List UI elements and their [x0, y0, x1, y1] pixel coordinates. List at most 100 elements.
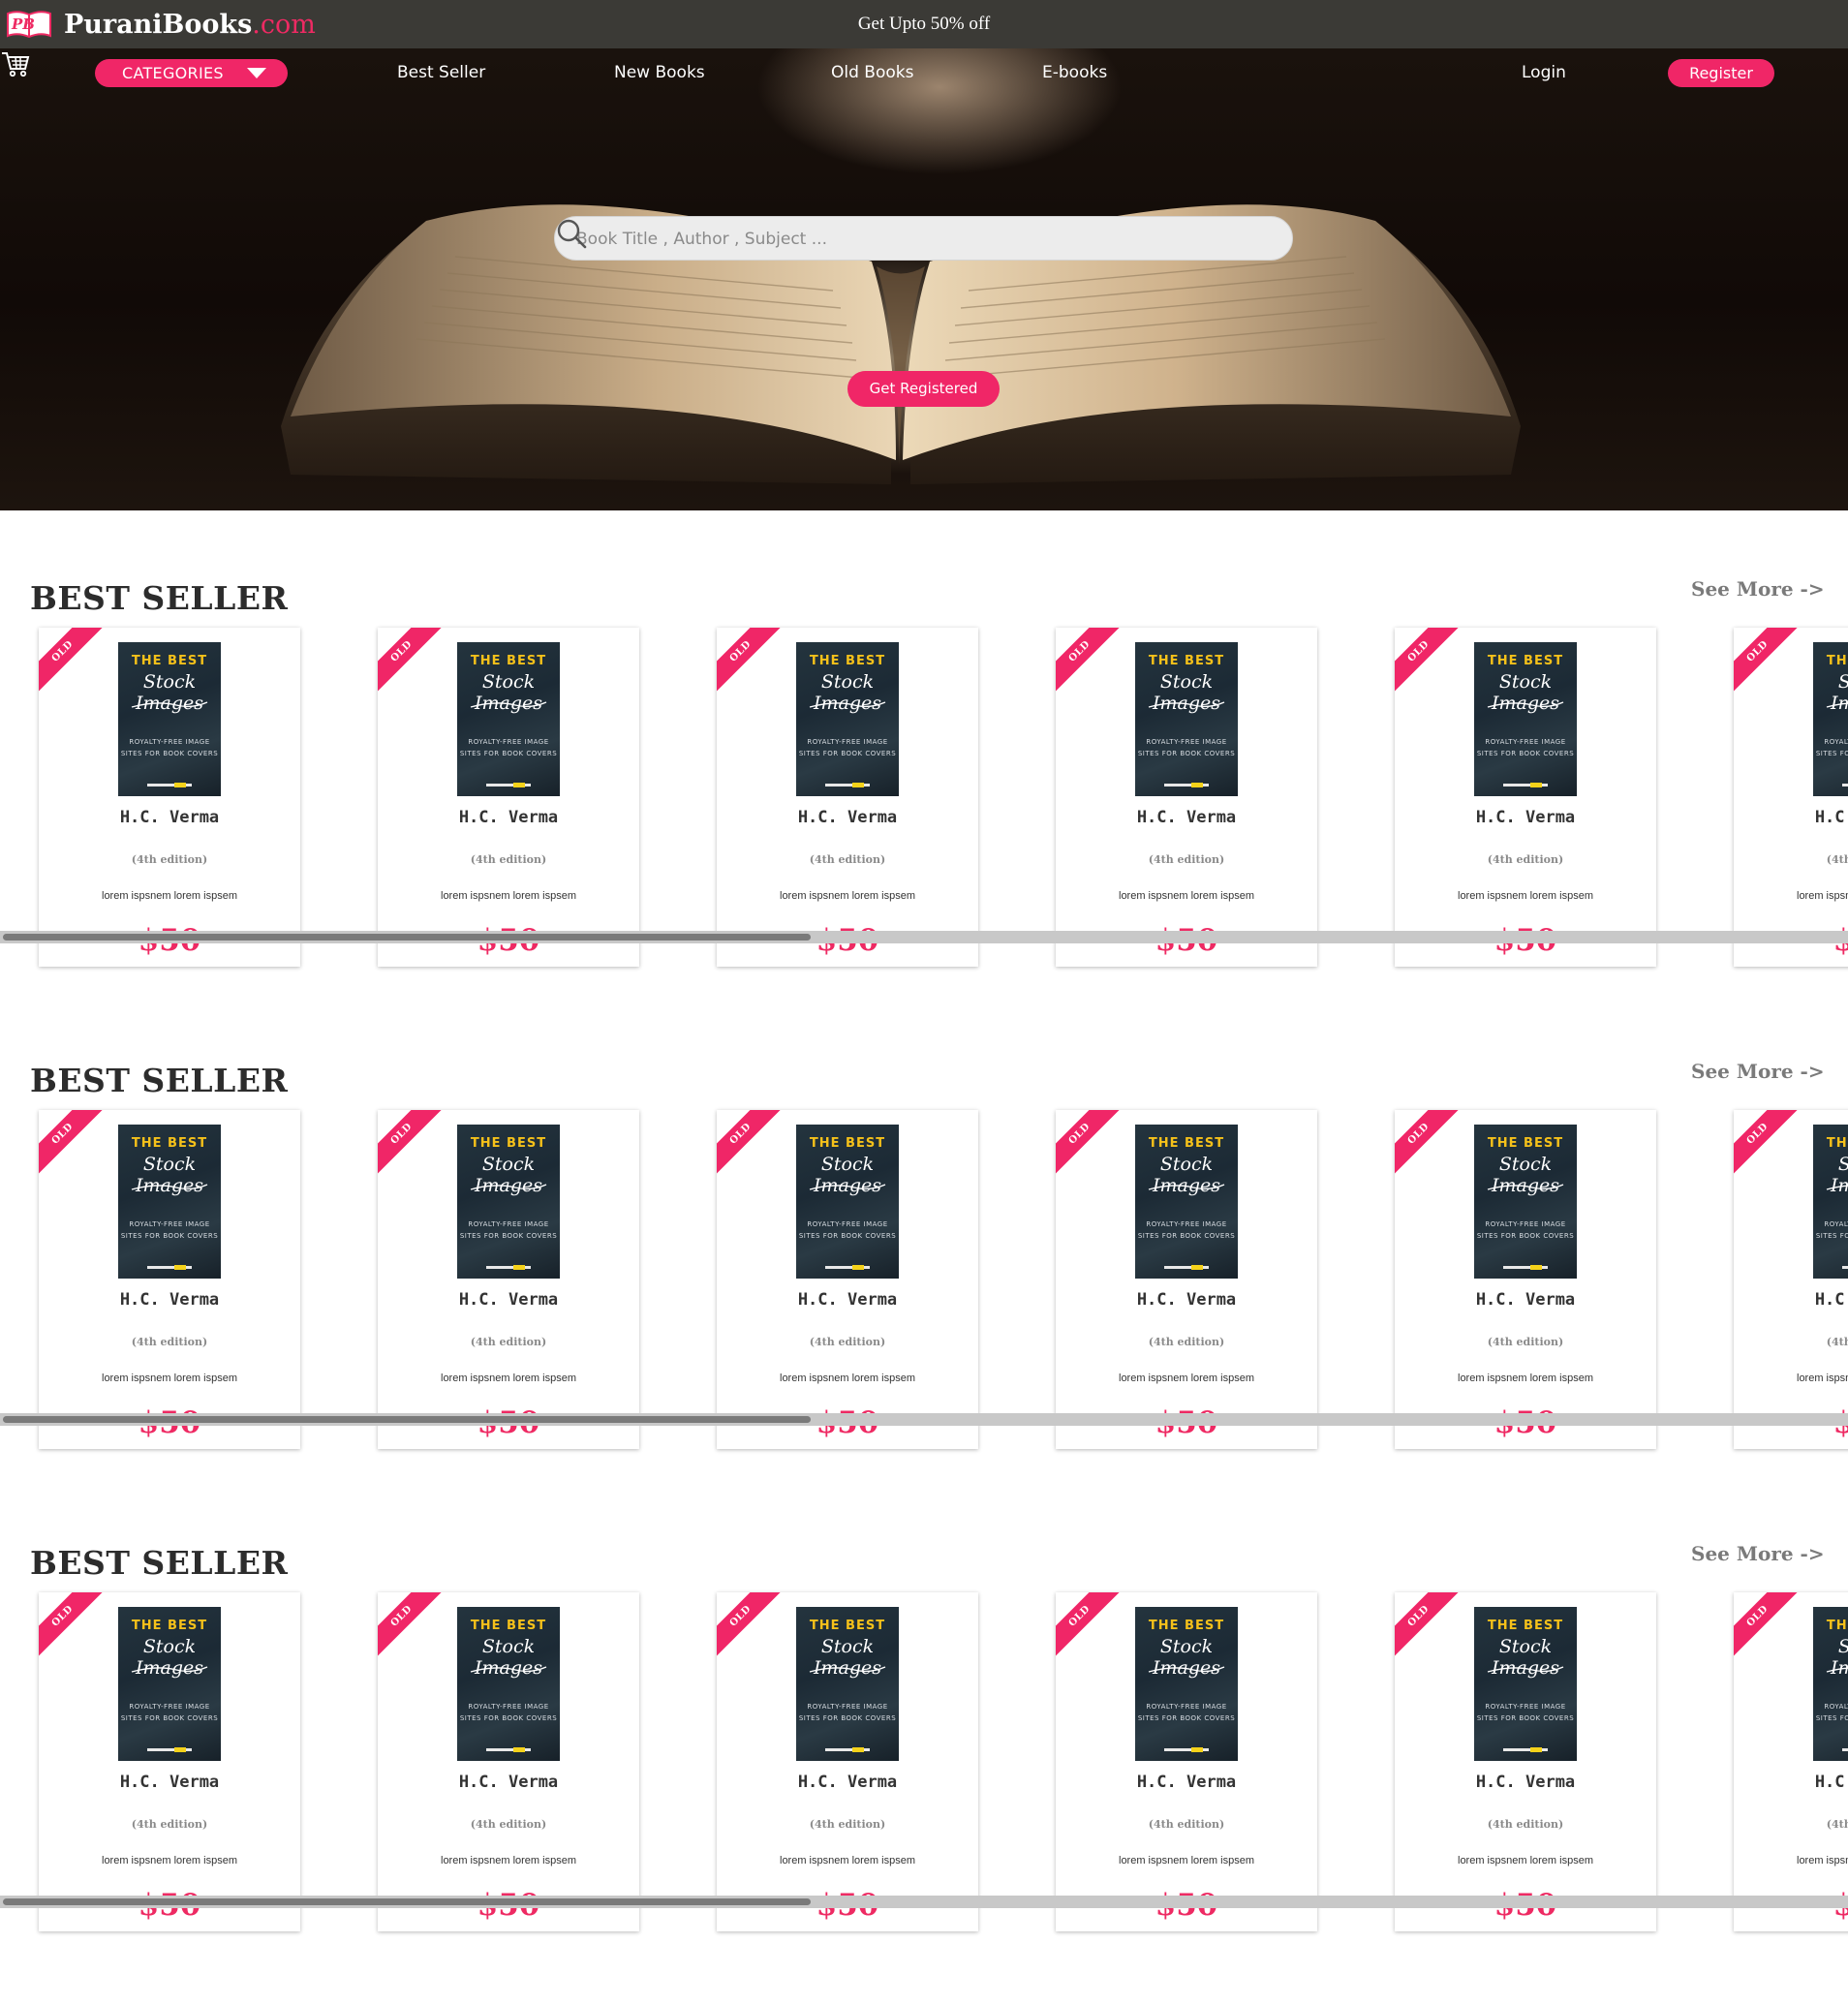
cover-title-line: THE BEST [470, 1619, 547, 1633]
get-registered-button[interactable]: Get Registered [847, 371, 1000, 407]
promo-banner: Get Upto 50% off [857, 14, 991, 34]
book-cover-image: THE BESTStock ImagesROYALTY-FREE IMAGE S… [796, 1125, 899, 1279]
book-edition: (4th edition) [470, 1336, 547, 1348]
book-card[interactable]: OLDTHE BESTStock ImagesROYALTY-FREE IMAG… [717, 628, 978, 967]
book-edition: (4th edition) [1148, 1336, 1225, 1348]
search-bar [554, 216, 1293, 262]
book-card[interactable]: OLDTHE BESTStock ImagesROYALTY-FREE IMAG… [378, 628, 639, 967]
book-cover-image: THE BESTStock ImagesROYALTY-FREE IMAGE S… [457, 642, 560, 796]
book-author: H.C. Verma [797, 808, 898, 827]
register-button[interactable]: Register [1668, 59, 1774, 87]
scrollbar-thumb[interactable] [3, 1898, 811, 1905]
book-card[interactable]: OLDTHE BESTStock ImagesROYALTY-FREE IMAG… [1056, 1592, 1317, 1931]
cover-swash-icon [809, 701, 886, 708]
badge-ribbon: OLD [1734, 1592, 1802, 1660]
badge-ribbon: OLD [39, 1592, 107, 1660]
book-cover-image: THE BESTStock ImagesROYALTY-FREE IMAGE S… [1135, 1125, 1238, 1279]
cover-title-line: THE BEST [131, 654, 208, 668]
badge-ribbon: OLD [1395, 628, 1463, 695]
cover-brand-mark [1842, 1266, 1848, 1269]
cover-title-line: THE BEST [1826, 654, 1848, 668]
book-card[interactable]: OLDTHE BESTStock ImagesROYALTY-FREE IMAG… [1395, 1110, 1656, 1449]
book-card[interactable]: OLDTHE BESTStock ImagesROYALTY-FREE IMAG… [1395, 1592, 1656, 1931]
nav-new-books[interactable]: New Books [614, 60, 705, 85]
cover-subtitle: ROYALTY-FREE IMAGE SITES FOR BOOK COVERS [120, 1703, 219, 1722]
see-more-link[interactable]: See More -> [1691, 1544, 1825, 1565]
carousel-scrollbar[interactable] [0, 1896, 1848, 1908]
book-card[interactable]: OLDTHE BESTStock ImagesROYALTY-FREE IMAG… [378, 1592, 639, 1931]
see-more-link[interactable]: See More -> [1691, 579, 1825, 601]
book-card[interactable]: OLDTHE BESTStock ImagesROYALTY-FREE IMAG… [39, 1110, 300, 1449]
carousel-scrollbar[interactable] [0, 1413, 1848, 1426]
best-seller-section: BEST SELLER See More -> OLD THE BEST Stock I… [0, 579, 1848, 1015]
cover-brand-mark [1503, 1265, 1548, 1270]
badge-label: OLD [378, 1592, 446, 1660]
carousel-scrollbar[interactable] [0, 931, 1848, 943]
search-input[interactable] [574, 217, 1237, 262]
book-card[interactable]: OLDTHE BESTStock ImagesROYALTY-FREE IMAG… [1056, 628, 1317, 967]
section-title: BEST SELLER [30, 1544, 289, 1582]
categories-dropdown[interactable]: CATEGORIES [95, 59, 288, 87]
book-description: lorem ispsnem lorem ispsem [780, 1373, 915, 1384]
badge-ribbon: OLD [717, 628, 785, 695]
badge-ribbon: OLD [1734, 1110, 1802, 1178]
cover-swash-icon [470, 1184, 547, 1190]
book-description: lorem ispsnem lorem ispsem [1797, 1373, 1848, 1384]
book-card[interactable]: OLDTHE BESTStock ImagesROYALTY-FREE IMAG… [1395, 628, 1656, 967]
book-edition: (4th edition) [1826, 1336, 1848, 1348]
cover-swash-icon [131, 1184, 208, 1190]
book-card[interactable]: OLDTHE BESTStock ImagesROYALTY-FREE IMAG… [39, 628, 300, 967]
book-card[interactable]: OLDTHE BESTStock ImagesROYALTY-FREE IMAG… [717, 1592, 978, 1931]
search-icon[interactable] [555, 217, 588, 250]
book-card[interactable]: OLDTHE BESTStock ImagesROYALTY-FREE IMAG… [378, 1110, 639, 1449]
nav-old-books[interactable]: Old Books [831, 60, 913, 85]
hero-banner: CATEGORIES Best Seller New Books Old Boo… [0, 48, 1848, 510]
cover-subtitle: ROYALTY-FREE IMAGE SITES FOR BOOK COVERS [798, 1220, 897, 1240]
book-card[interactable]: OLDTHE BESTStock ImagesROYALTY-FREE IMAG… [39, 1592, 300, 1931]
badge-label: OLD [378, 628, 446, 695]
cover-subtitle: ROYALTY-FREE IMAGE SITES FOR BOOK COVERS [1476, 738, 1575, 757]
top-bar: PB PuraniBooks .com Get Upto 50% off [0, 0, 1848, 48]
cover-swash-icon [1148, 1184, 1225, 1190]
book-author: H.C. Verma [1136, 1290, 1237, 1310]
badge-label: OLD [1056, 1110, 1124, 1178]
book-edition: (4th edition) [131, 1818, 208, 1831]
nav-best-seller[interactable]: Best Seller [397, 60, 485, 85]
book-card[interactable]: OLDTHE BESTStock ImagesROYALTY-FREE IMAG… [1734, 628, 1848, 967]
book-author: H.C. Verma [119, 1290, 220, 1310]
badge-label: OLD [1734, 628, 1802, 695]
book-card[interactable]: OLDTHE BESTStock ImagesROYALTY-FREE IMAG… [1734, 1592, 1848, 1931]
cover-brand-mark [147, 783, 192, 787]
badge-label: OLD [717, 628, 785, 695]
book-card[interactable]: OLDTHE BESTStock ImagesROYALTY-FREE IMAG… [717, 1110, 978, 1449]
book-card[interactable]: OLDTHE BESTStock ImagesROYALTY-FREE IMAG… [1056, 1110, 1317, 1449]
cover-title-line: THE BEST [1826, 1136, 1848, 1151]
open-book-illustration [281, 204, 1521, 484]
book-description: lorem ispsnem lorem ispsem [1458, 1855, 1593, 1866]
nav-e-books[interactable]: E-books [1042, 60, 1107, 85]
book-description: lorem ispsnem lorem ispsem [441, 890, 576, 902]
cover-title-line: THE BEST [1148, 1619, 1225, 1633]
book-description: lorem ispsnem lorem ispsem [1119, 1855, 1254, 1866]
book-author: H.C. Verma [1136, 1773, 1237, 1792]
book-edition: (4th edition) [1487, 1336, 1564, 1348]
badge-ribbon: OLD [378, 1592, 446, 1660]
book-author: H.C. Verma [119, 808, 220, 827]
book-author: H.C. Verma [1475, 1290, 1576, 1310]
scrollbar-thumb[interactable] [3, 934, 811, 941]
badge-label: OLD [1395, 628, 1463, 695]
book-edition: (4th edition) [1826, 853, 1848, 866]
book-description: lorem ispsnem lorem ispsem [102, 1855, 237, 1866]
scrollbar-thumb[interactable] [3, 1416, 811, 1423]
cover-subtitle: ROYALTY-FREE IMAGE SITES FOR BOOK COVERS [1137, 738, 1236, 757]
book-card[interactable]: OLDTHE BESTStock ImagesROYALTY-FREE IMAG… [1734, 1110, 1848, 1449]
cart-icon[interactable] [0, 48, 31, 79]
badge-label: OLD [1056, 628, 1124, 695]
cover-brand-mark [486, 1747, 531, 1752]
cover-subtitle: ROYALTY-FREE IMAGE SITES FOR BOOK COVERS [1476, 1220, 1575, 1240]
cover-swash-icon [809, 1666, 886, 1673]
see-more-link[interactable]: See More -> [1691, 1062, 1825, 1083]
login-link[interactable]: Login [1522, 60, 1566, 85]
book-author: H.C. Verma [1475, 1773, 1576, 1792]
badge-ribbon: OLD [39, 628, 107, 695]
